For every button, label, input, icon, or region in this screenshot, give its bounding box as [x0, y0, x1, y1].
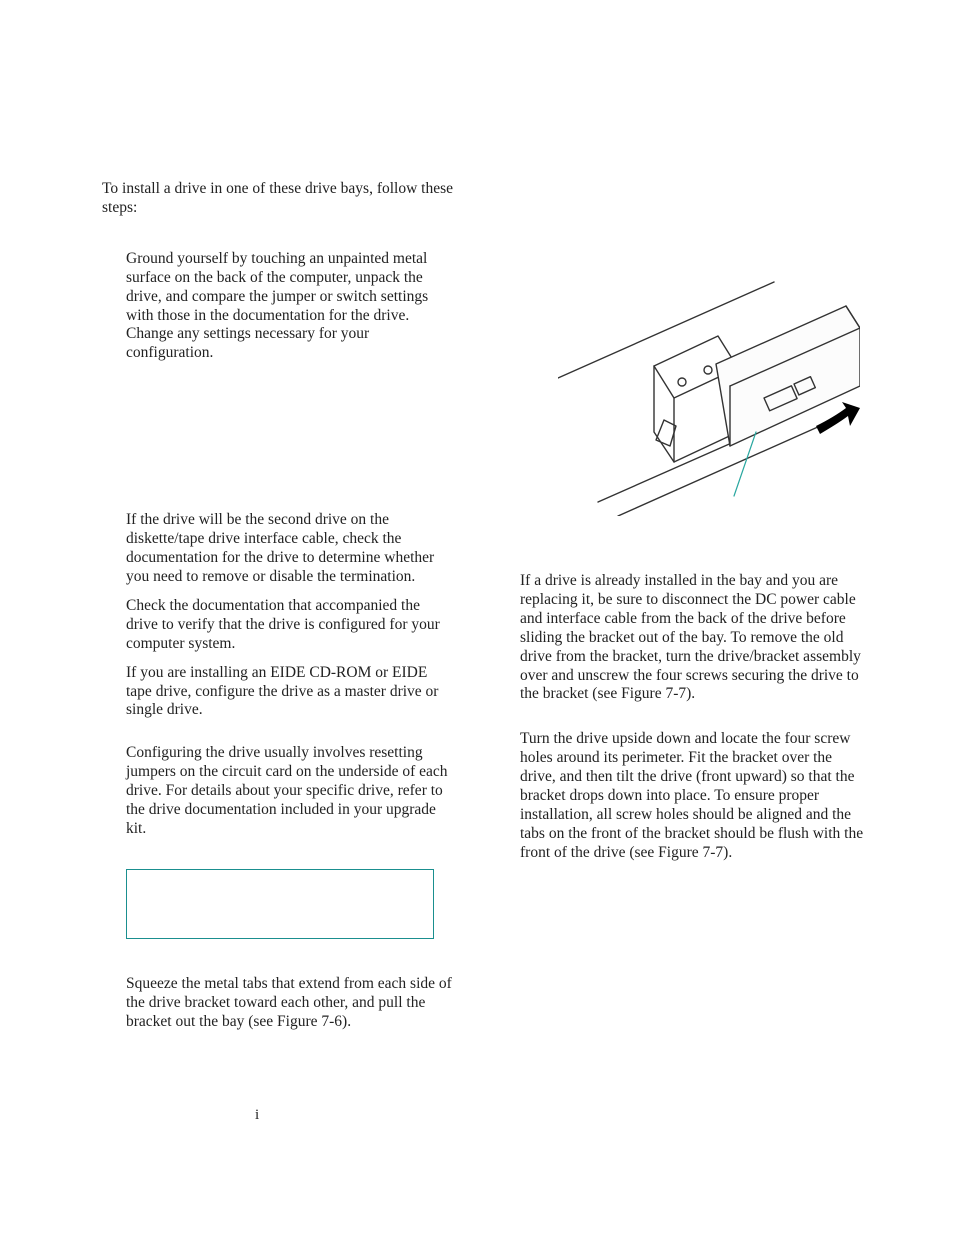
left-column: To install a drive in one of these drive… — [102, 180, 454, 1032]
document-page: To install a drive in one of these drive… — [0, 0, 954, 1235]
step-2b-text: Check the documentation that accompanied… — [126, 597, 454, 654]
page-marker: i — [255, 1107, 259, 1124]
step-2-block: If the drive will be the second drive on… — [126, 511, 454, 720]
step-1-block: Ground yourself by touching an unpainted… — [126, 250, 454, 363]
note-box — [126, 869, 434, 939]
squeeze-text: Squeeze the metal tabs that extend from … — [126, 975, 454, 1032]
turn-text: Turn the drive upside down and locate th… — [520, 730, 868, 862]
intro-text: To install a drive in one of these drive… — [102, 180, 454, 218]
step-1-text: Ground yourself by touching an unpainted… — [126, 250, 454, 363]
step-2a-text: If the drive will be the second drive on… — [126, 511, 454, 587]
drive-bracket-illustration-icon — [558, 256, 860, 516]
step-2c-text: If you are installing an EIDE CD-ROM or … — [126, 664, 454, 721]
drive-bracket-removal-illustration — [558, 256, 860, 516]
configuring-text: Configuring the drive usually involves r… — [126, 744, 454, 839]
note-text: If a drive is already installed in the b… — [520, 572, 868, 704]
right-column: If a drive is already installed in the b… — [520, 572, 868, 863]
